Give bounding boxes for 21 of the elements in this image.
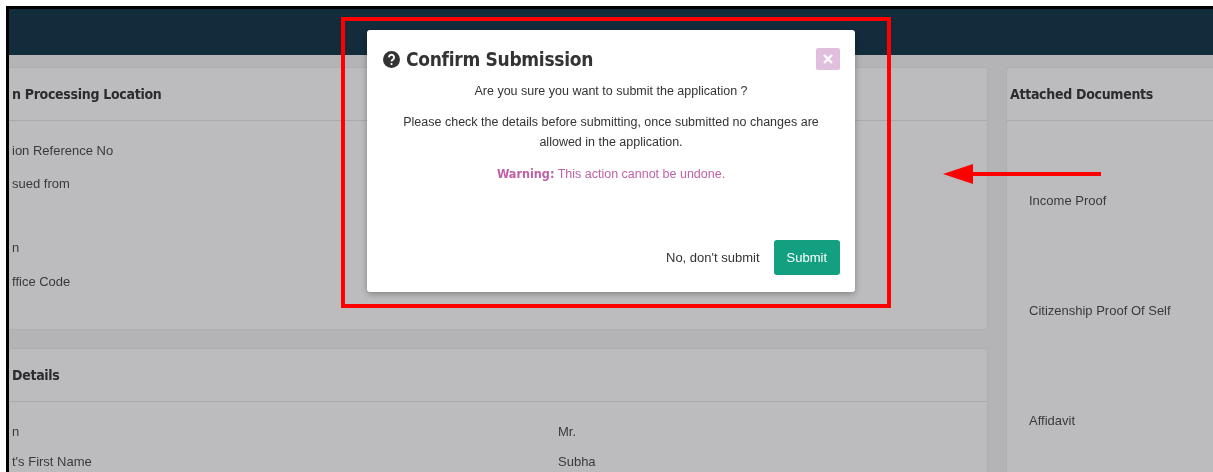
cancel-button[interactable]: No, don't submit (666, 250, 760, 265)
card-title: n Processing Location (12, 86, 162, 102)
document-name: Citizenship Proof Of Self (1029, 303, 1172, 318)
dialog-note: Please check the details before submitting, once submitted no changes are allowed in the application. (402, 114, 820, 151)
card-title: Details (12, 367, 60, 383)
document-name: Income Proof (1029, 193, 1108, 208)
document-name: Affidavit (1029, 413, 1076, 428)
dialog-question: Are you sure you want to submit the application ? (473, 84, 749, 98)
field-value: Mr. (558, 424, 577, 439)
field-label: sued from (12, 176, 71, 192)
field-value: Subha (558, 454, 596, 469)
field-label: t's First Name (12, 454, 93, 469)
close-icon (823, 54, 833, 64)
dialog-title: Confirm Submission (406, 48, 595, 70)
field-label: n (12, 424, 21, 439)
close-button[interactable] (816, 48, 840, 70)
help-icon (383, 50, 400, 68)
field-label: n (12, 240, 21, 256)
warning-text: Warning: This action cannot be undone. (495, 166, 727, 181)
field-label: ffice Code (12, 274, 72, 290)
card-title: Attached Documents (1010, 86, 1153, 102)
